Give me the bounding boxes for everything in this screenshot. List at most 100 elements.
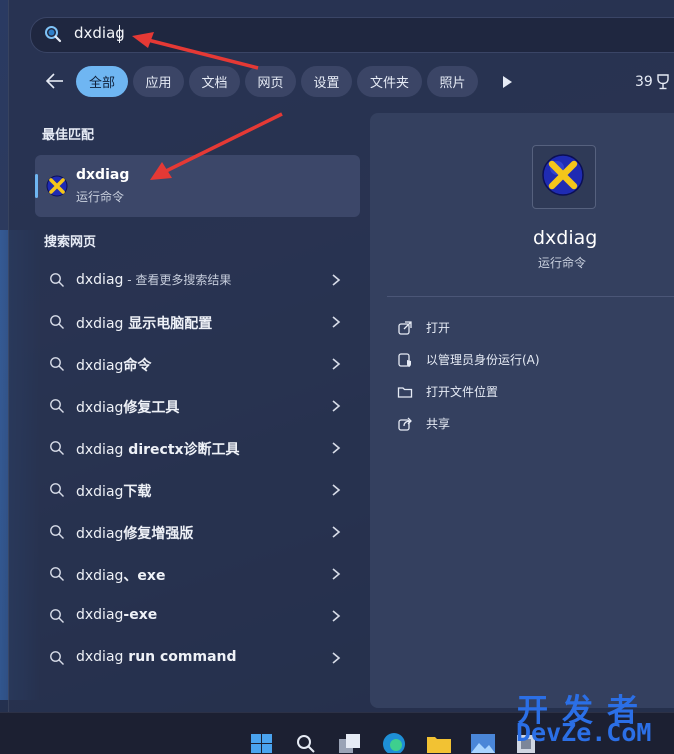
search-icon bbox=[50, 399, 64, 413]
result-prefix: dxdiag bbox=[76, 607, 124, 623]
watermark-site: DevZe.CoM bbox=[516, 718, 652, 747]
chevron-right-icon bbox=[332, 568, 341, 580]
result-suggestion: 修复工具 bbox=[123, 400, 180, 416]
dxdiag-large-icon bbox=[542, 154, 584, 196]
result-prefix: dxdiag bbox=[76, 316, 124, 332]
result-suggestion: 命令 bbox=[123, 358, 152, 374]
result-suggestion: 修复增强版 bbox=[123, 526, 194, 542]
taskbar-search-icon[interactable] bbox=[296, 734, 316, 753]
shield-icon bbox=[398, 353, 411, 367]
search-icon bbox=[50, 483, 64, 497]
filter-chip-web[interactable]: 网页 bbox=[245, 66, 296, 97]
best-match-title: dxdiag bbox=[76, 167, 130, 183]
action-run-as-admin[interactable]: 以管理员身份运行(A) bbox=[397, 349, 657, 371]
search-icon bbox=[50, 609, 64, 623]
action-label: 共享 bbox=[426, 417, 451, 431]
web-result-text: dxdiag下载 bbox=[76, 481, 151, 501]
result-suggestion: 显示电脑配置 bbox=[123, 316, 213, 332]
filter-chip-apps[interactable]: 应用 bbox=[133, 66, 184, 97]
web-result-row[interactable]: dxdiag 显示电脑配置 bbox=[35, 302, 360, 342]
result-suggestion: run command bbox=[123, 649, 237, 665]
search-icon bbox=[50, 651, 64, 665]
web-result-text: dxdiag修复增强版 bbox=[76, 523, 193, 543]
search-icon bbox=[50, 315, 64, 329]
result-prefix: dxdiag bbox=[76, 526, 124, 542]
result-suggestion: directx诊断工具 bbox=[123, 442, 240, 458]
text-caret bbox=[119, 25, 120, 43]
edge-browser-icon[interactable] bbox=[382, 732, 406, 753]
folder-icon bbox=[397, 387, 413, 398]
task-view-icon[interactable] bbox=[338, 734, 362, 753]
chevron-right-icon bbox=[332, 652, 341, 664]
chevron-right-icon bbox=[332, 442, 341, 454]
selection-indicator bbox=[35, 174, 38, 198]
rewards-count: 39 bbox=[635, 74, 653, 90]
result-prefix: dxdiag bbox=[76, 358, 124, 374]
web-result-row[interactable]: dxdiag修复工具 bbox=[35, 386, 360, 426]
web-result-row[interactable]: dxdiag下载 bbox=[35, 470, 360, 510]
chevron-right-icon bbox=[332, 400, 341, 412]
chevron-right-icon bbox=[332, 274, 341, 286]
windows-start-icon[interactable] bbox=[251, 734, 273, 754]
open-external-icon bbox=[398, 321, 412, 335]
result-prefix: dxdiag bbox=[76, 442, 124, 458]
web-result-text: dxdiag命令 bbox=[76, 355, 151, 375]
chevron-right-icon bbox=[332, 316, 341, 328]
chevron-right-icon bbox=[332, 484, 341, 496]
best-match-header: 最佳匹配 bbox=[42, 128, 95, 143]
action-label: 以管理员身份运行(A) bbox=[426, 353, 540, 367]
detail-subtitle: 运行命令 bbox=[538, 256, 587, 270]
web-result-row[interactable]: dxdiag、exe bbox=[35, 554, 360, 594]
search-icon bbox=[50, 525, 64, 539]
result-hint: - 查看更多搜索结果 bbox=[123, 273, 232, 287]
action-label: 打开 bbox=[426, 321, 451, 335]
photos-app-icon[interactable] bbox=[470, 733, 496, 753]
search-icon bbox=[50, 441, 64, 455]
web-result-text: dxdiag修复工具 bbox=[76, 397, 179, 417]
web-result-text: dxdiag、exe bbox=[76, 565, 165, 585]
search-input[interactable]: dxdiag bbox=[74, 24, 125, 42]
detail-divider bbox=[387, 296, 674, 297]
filter-chip-photos[interactable]: 照片 bbox=[427, 66, 478, 97]
filter-chip-all[interactable]: 全部 bbox=[76, 66, 128, 97]
result-suggestion: 下载 bbox=[123, 484, 152, 500]
more-filters-play-icon[interactable] bbox=[502, 76, 512, 88]
search-icon bbox=[50, 273, 64, 287]
action-label: 打开文件位置 bbox=[426, 385, 499, 399]
file-explorer-icon[interactable] bbox=[426, 734, 452, 753]
result-prefix: dxdiag bbox=[76, 568, 124, 584]
web-result-row[interactable]: dxdiag命令 bbox=[35, 344, 360, 384]
result-suggestion: 、exe bbox=[123, 568, 166, 584]
back-arrow-icon[interactable] bbox=[44, 70, 66, 92]
search-box[interactable] bbox=[30, 17, 674, 53]
action-share[interactable]: 共享 bbox=[397, 413, 657, 435]
search-icon bbox=[45, 26, 62, 43]
filter-chip-documents[interactable]: 文档 bbox=[189, 66, 240, 97]
search-icon bbox=[50, 567, 64, 581]
search-icon bbox=[50, 357, 64, 371]
web-result-text: dxdiag 显示电脑配置 bbox=[76, 313, 212, 333]
result-prefix: dxdiag bbox=[76, 484, 124, 500]
web-result-row[interactable]: dxdiag-exe bbox=[35, 596, 360, 636]
web-result-text: dxdiag-exe bbox=[76, 607, 157, 623]
filter-chip-folders[interactable]: 文件夹 bbox=[357, 66, 422, 97]
chevron-right-icon bbox=[332, 610, 341, 622]
annotation-arrow-search bbox=[132, 32, 259, 70]
web-result-row[interactable]: dxdiag directx诊断工具 bbox=[35, 428, 360, 468]
web-result-row[interactable]: dxdiag - 查看更多搜索结果 bbox=[35, 260, 360, 300]
web-result-row[interactable]: dxdiag run command bbox=[35, 638, 360, 678]
web-result-text: dxdiag - 查看更多搜索结果 bbox=[76, 271, 231, 288]
web-result-text: dxdiag directx诊断工具 bbox=[76, 439, 240, 459]
web-search-header: 搜索网页 bbox=[44, 235, 97, 250]
chevron-right-icon bbox=[332, 526, 341, 538]
result-prefix: dxdiag bbox=[76, 272, 124, 288]
filter-chip-settings[interactable]: 设置 bbox=[301, 66, 352, 97]
result-prefix: dxdiag bbox=[76, 649, 124, 665]
action-open[interactable]: 打开 bbox=[397, 317, 657, 339]
web-result-row[interactable]: dxdiag修复增强版 bbox=[35, 512, 360, 552]
detail-pane bbox=[370, 113, 674, 708]
chevron-right-icon bbox=[332, 358, 341, 370]
action-open-file-location[interactable]: 打开文件位置 bbox=[397, 381, 657, 403]
trophy-icon[interactable] bbox=[655, 73, 671, 91]
dxdiag-app-icon bbox=[46, 175, 68, 197]
